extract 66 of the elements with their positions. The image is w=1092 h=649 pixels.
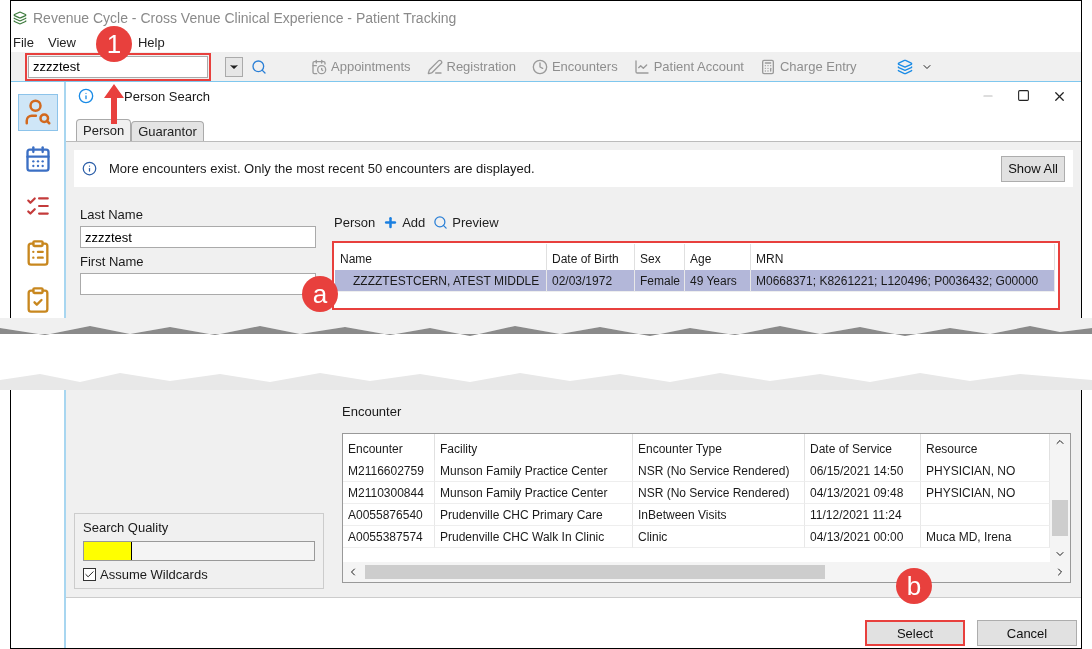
tab[interactable]: Person [76,119,132,141]
table-cell: InBetween Visits [633,504,805,526]
cancel-button[interactable]: Cancel [977,620,1077,646]
calendar-icon [23,145,52,174]
table-cell: PHYSICIAN, NO [921,460,1050,482]
scroll-thumb[interactable] [365,565,825,579]
search-field[interactable]: zzzztest [28,55,208,78]
field-label: First Name [80,254,145,269]
vertical-scrollbar[interactable] [1050,434,1070,562]
select-button[interactable]: Select [865,620,965,646]
table-cell: 06/15/2021 14:50 [805,460,921,482]
tab[interactable]: Guarantor [131,121,204,141]
table-cell: PHYSICIAN, NO [921,482,1050,504]
search-icon [433,214,449,230]
info-icon [82,161,97,176]
pen-icon [426,58,443,75]
dialog-title: Person Search [124,88,210,104]
search-icon[interactable] [251,58,267,75]
table-cell: A0055387574 [343,526,435,548]
table-cell: Clinic [633,526,805,548]
table-cell: Muca MD, Irena [921,526,1050,548]
section-label: Encounter [342,404,403,419]
check-icon [84,569,95,580]
table-cell: 02/03/1972 [547,270,635,292]
table-cell: NSR (No Service Rendered) [633,460,805,482]
clock-icon [531,58,548,75]
menu-item[interactable]: View [47,35,76,52]
table-cell: Prudenville CHC Walk In Clinic [435,526,633,548]
table-cell: 04/13/2021 09:48 [805,482,921,504]
table-cell: Female [635,270,685,292]
name-field[interactable]: zzzztest [80,226,316,248]
table-cell: M0668371; K8261221; L120496; P0036432; G00000 [751,270,1055,292]
table-cell: NSR (No Service Rendered) [633,482,805,504]
table-cell: Munson Family Practice Center [435,482,633,504]
name-field[interactable] [80,273,316,295]
chart-icon [633,58,650,75]
table-cell: Munson Family Practice Center [435,460,633,482]
add-link[interactable]: Add [383,214,426,230]
person-search-button[interactable] [17,94,58,131]
menu-item[interactable]: Help [137,35,165,52]
app-icon [13,11,27,25]
menu-item[interactable]: File [13,35,34,52]
table-cell: ZZZZTESTCERN, ATEST MIDDLE [335,270,547,292]
person-label: Person [334,214,376,230]
table-cell: 49 Years [685,270,751,292]
calendar-icon [311,58,327,75]
wildcards-checkbox[interactable]: Assume Wildcards [83,567,315,582]
table-cell: M2116602759 [343,460,435,482]
field-label: Last Name [80,207,144,222]
table-cell: 11/12/2021 11:24 [805,504,921,526]
dropdown-button[interactable] [225,56,243,77]
step-badge: 1 [96,26,132,62]
window-title: Revenue Cycle - Cross Venue Clinical Experience - Patient Tracking [33,10,457,26]
table-cell: Prudenville CHC Primary Care [435,504,633,526]
maximize-icon[interactable] [1017,88,1030,102]
show-all-button[interactable]: Show All [1001,155,1065,182]
group-label: Search Quality [83,520,170,535]
plus-icon [383,214,399,230]
table-cell: M2110300844 [343,482,435,504]
scroll-thumb[interactable] [1052,500,1068,536]
pointer-arrow [104,84,124,124]
table-cell: 04/13/2021 00:00 [805,526,921,548]
table-cell: A0055876540 [343,504,435,526]
calculator-icon [760,58,776,75]
preview-link[interactable]: Preview [433,214,499,230]
info-message: More encounters exist. Only the most recent 50 encounters are displayed. [109,161,536,176]
